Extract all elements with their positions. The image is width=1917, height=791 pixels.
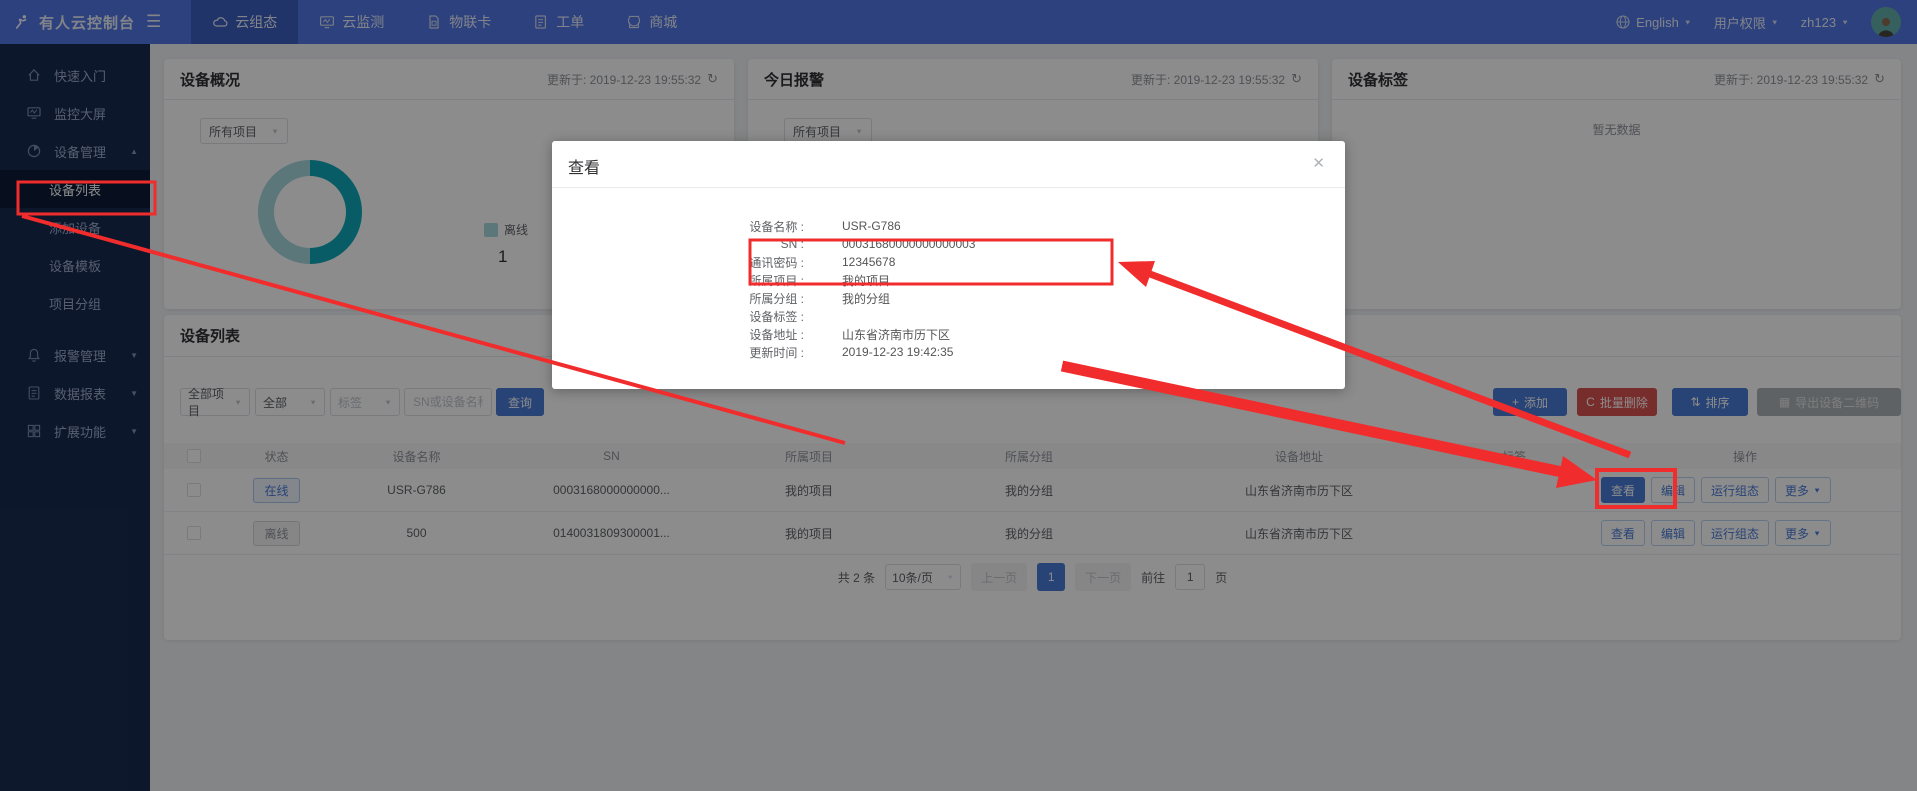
field-value: 00031680000000000003 xyxy=(842,237,975,251)
field-label: 更新时间 : xyxy=(552,344,804,361)
field-value: USR-G786 xyxy=(842,219,901,233)
modal-body: 设备名称 :USR-G786 SN :00031680000000000003 … xyxy=(552,217,1345,361)
field-label: 设备地址 : xyxy=(552,326,804,343)
field-value: 12345678 xyxy=(842,255,895,269)
field-value: 我的分组 xyxy=(842,290,890,307)
field-label: 所属分组 : xyxy=(552,290,804,307)
field-label: 设备标签 : xyxy=(552,308,804,325)
field-label: 通讯密码 : xyxy=(552,254,804,271)
field-label: 所属项目 : xyxy=(552,272,804,289)
field-value: 山东省济南市历下区 xyxy=(842,326,950,343)
field-label: SN : xyxy=(552,237,804,251)
close-icon[interactable]: ✕ xyxy=(1312,154,1325,172)
app-screen: 有人云控制台 ☰ 云组态 云监测 xyxy=(0,0,1917,791)
field-label: 设备名称 : xyxy=(552,218,804,235)
modal-overlay[interactable] xyxy=(0,0,1917,791)
modal-divider xyxy=(552,187,1345,188)
modal-title: 查看 xyxy=(568,154,600,178)
view-device-modal: 查看 ✕ 设备名称 : USR-G786 SN : 0003168000000000… xyxy=(552,141,1345,389)
field-value: 我的项目 xyxy=(842,272,890,289)
field-value: 2019-12-23 19:42:35 xyxy=(842,345,953,359)
